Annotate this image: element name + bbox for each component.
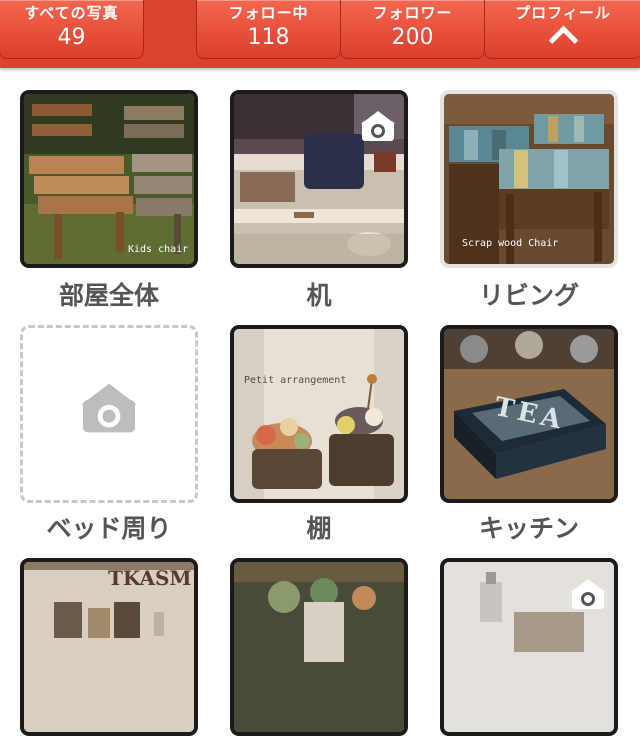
header-bar: すべての写真 49 フォロー中 118 フォロワー 200 プロフィール: [0, 0, 640, 68]
followers-button[interactable]: フォロワー 200: [340, 0, 485, 59]
following-count: 118: [247, 25, 290, 50]
following-button[interactable]: フォロー中 118: [196, 0, 341, 59]
album-tile-kitchen[interactable]: TEA: [440, 325, 618, 503]
album-label-living[interactable]: リビング: [429, 276, 629, 312]
all-photos-label: すべての写真: [24, 4, 119, 22]
album-tile-desk[interactable]: [230, 90, 408, 268]
camera-house-icon: [81, 383, 137, 433]
album-photo: [234, 329, 404, 499]
album-label-kitchen[interactable]: キッチン: [429, 509, 629, 545]
photo-text: TKASM: [108, 566, 192, 590]
album-tile-bedside[interactable]: [20, 325, 198, 503]
all-photos-count: 49: [57, 25, 86, 50]
album-label-shelf[interactable]: 棚: [219, 509, 419, 545]
album-tile-shelf[interactable]: Petit arrangement: [230, 325, 408, 503]
album-label-desk[interactable]: 机: [219, 276, 419, 312]
album-tile-9[interactable]: [440, 558, 618, 736]
album-tile-room-overview[interactable]: Kids chair: [20, 90, 198, 268]
camera-house-icon: [361, 111, 395, 141]
all-photos-button[interactable]: すべての写真 49: [0, 0, 144, 59]
profile-label: プロフィール: [515, 4, 611, 22]
following-label: フォロー中: [228, 4, 309, 22]
followers-label: フォロワー: [372, 4, 453, 22]
profile-button[interactable]: プロフィール: [484, 0, 640, 59]
photo-caption: Kids chair: [128, 244, 189, 255]
album-photo: [234, 562, 404, 732]
album-photo: [24, 94, 194, 264]
photo-caption: Scrap wood Chair: [462, 238, 559, 249]
album-label-bedside[interactable]: ベッド周り: [9, 509, 209, 545]
camera-house-icon: [571, 579, 605, 609]
album-tile-living[interactable]: Scrap wood Chair: [440, 90, 618, 268]
chevron-up-icon: [548, 25, 578, 56]
followers-count: 200: [391, 25, 434, 50]
album-tile-7[interactable]: TKASM: [20, 558, 198, 736]
album-tile-8[interactable]: [230, 558, 408, 736]
album-label-room-overview[interactable]: 部屋全体: [9, 276, 209, 312]
photo-caption: Petit arrangement: [244, 375, 347, 386]
